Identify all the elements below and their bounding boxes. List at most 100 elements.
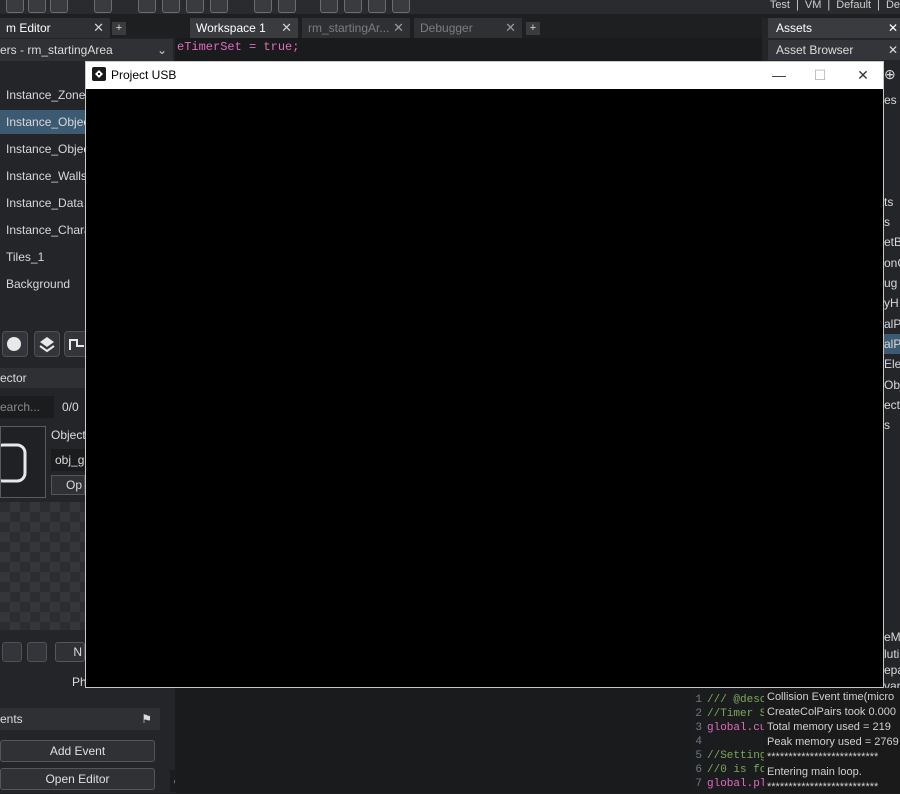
open-editor-button[interactable]: Open Editor <box>0 768 155 790</box>
layers-icon <box>39 337 55 353</box>
object-label: Object <box>51 428 86 442</box>
layer-label: Instance_Data <box>6 196 84 210</box>
room-dropdown[interactable]: ers - rm_startingArea ⌄ <box>0 39 173 61</box>
tab-label: Debugger <box>420 21 473 35</box>
object-field[interactable]: obj_gl <box>51 449 85 471</box>
layer-item[interactable]: Instance_Chara <box>0 218 85 242</box>
asset-item[interactable]: onC <box>884 253 900 273</box>
close-icon[interactable]: ✕ <box>888 18 898 38</box>
add-instance-layer-button[interactable] <box>2 331 28 357</box>
separator: | <box>827 0 831 11</box>
minimize-button[interactable]: — <box>764 62 794 89</box>
edit-image-icon[interactable] <box>2 642 22 662</box>
add-tab-icon[interactable]: + <box>526 22 540 35</box>
tab-assets[interactable]: Assets ✕ <box>768 18 900 38</box>
output-line: ************************** <box>767 751 879 763</box>
target-test[interactable]: Test <box>770 0 790 11</box>
game-options-icon[interactable] <box>392 0 410 13</box>
line-number: 3 <box>695 722 702 734</box>
asset-item[interactable]: s <box>884 415 900 435</box>
close-icon[interactable]: ✕ <box>505 18 516 38</box>
asset-item[interactable]: yH <box>884 293 900 313</box>
help-icon[interactable] <box>278 0 296 13</box>
add-asset-icon[interactable]: ⊕ <box>884 66 896 83</box>
tab-workspace-1[interactable]: Workspace 1 ✕ <box>190 18 298 38</box>
target-vm[interactable]: VM <box>805 0 822 11</box>
target-default[interactable]: Default <box>836 0 871 11</box>
clean-icon[interactable] <box>210 0 228 13</box>
tab-room[interactable]: rm_startingAr... ✕ <box>302 18 410 38</box>
separator: | <box>796 0 799 11</box>
asset-item[interactable]: etBo <box>884 232 900 252</box>
circle-icon <box>7 337 21 351</box>
layer-item[interactable]: Instance_Objec <box>0 110 85 134</box>
maximize-button[interactable]: ☐ <box>805 62 835 89</box>
code-snippet: eTimerSet = true; <box>177 40 300 54</box>
asset-item[interactable]: Obje <box>884 375 900 395</box>
search-input[interactable]: earch... <box>0 396 54 418</box>
add-event-button[interactable]: Add Event <box>0 740 155 762</box>
new-button[interactable]: N <box>55 642 85 662</box>
layer-item[interactable]: Background <box>0 272 85 296</box>
brush-icon[interactable] <box>27 642 47 662</box>
layer-item[interactable]: Instance_Objec <box>0 137 85 161</box>
target-selector[interactable]: Test | VM | Default | De <box>764 0 900 12</box>
game-canvas[interactable] <box>86 89 883 687</box>
zoom-reset-icon[interactable] <box>368 0 386 13</box>
add-tab-icon[interactable]: + <box>112 22 126 35</box>
asset-item[interactable]: s <box>884 212 900 232</box>
tab-debugger[interactable]: Debugger ✕ <box>414 18 522 38</box>
layer-item[interactable]: Tiles_1 <box>0 245 85 269</box>
asset-item[interactable]: Elen <box>884 354 900 374</box>
save-all-icon[interactable] <box>94 0 112 13</box>
close-icon[interactable]: ✕ <box>393 18 404 38</box>
zoom-in-icon[interactable] <box>320 0 338 13</box>
tab-label: Assets <box>776 21 813 35</box>
asset-item[interactable]: ects <box>884 395 900 415</box>
new-button-label: N <box>73 645 82 659</box>
asset-item[interactable]: es <box>884 90 900 110</box>
code-text: /// @desc <box>707 694 767 706</box>
game-window-titlebar[interactable]: Project USB — ☐ ✕ <box>86 62 883 89</box>
zoom-out-icon[interactable] <box>344 0 362 13</box>
flag-icon[interactable]: ⚑ <box>141 708 152 730</box>
target-device[interactable]: De <box>886 0 900 11</box>
gamemaker-icon <box>92 67 106 81</box>
close-button[interactable]: ✕ <box>848 62 878 89</box>
debug-icon[interactable] <box>138 0 156 13</box>
close-icon[interactable]: ✕ <box>93 18 104 38</box>
object-thumbnail <box>0 426 46 498</box>
asset-item[interactable]: ts <box>884 192 900 212</box>
object-value: obj_gl <box>55 453 85 467</box>
window-title: Project USB <box>111 68 177 82</box>
stop-icon[interactable] <box>186 0 204 13</box>
tab-room-editor[interactable]: m Editor ✕ <box>0 18 110 38</box>
layer-item[interactable]: Instance_Walls <box>0 164 85 188</box>
code-editor[interactable]: 1 /// @desc 2//Timer Se 3 global.cut 4 5 //… <box>692 688 773 793</box>
close-icon[interactable]: ✕ <box>281 18 292 38</box>
open-folder-icon[interactable] <box>28 0 46 13</box>
save-icon[interactable] <box>50 0 68 13</box>
code-line: 4 <box>692 735 707 749</box>
tab-label: rm_startingAr... <box>308 21 390 35</box>
run-icon[interactable] <box>162 0 180 13</box>
output-line: Entering main loop. <box>767 766 862 778</box>
open-object-button[interactable]: Op <box>51 475 85 495</box>
new-file-icon[interactable] <box>6 0 24 13</box>
instance-preview <box>0 502 85 630</box>
output-line: Peak memory used = 2769 <box>767 736 899 748</box>
settings-icon[interactable] <box>254 0 272 13</box>
layer-item[interactable]: Instance_Zones <box>0 83 85 107</box>
line-number: 2 <box>695 708 702 720</box>
asset-item[interactable]: alP <box>884 314 900 334</box>
close-icon[interactable]: ✕ <box>888 40 898 60</box>
line-number: 6 <box>695 764 702 776</box>
code-line: 2//Timer Se <box>692 707 773 721</box>
add-tile-layer-button[interactable] <box>34 331 60 357</box>
asset-item[interactable]: ug <box>884 273 900 293</box>
search-placeholder: earch... <box>0 400 41 414</box>
asset-item[interactable]: alP <box>884 334 900 354</box>
layer-item[interactable]: Instance_Data <box>0 191 85 215</box>
asset-browser-header: Asset Browser ✕ <box>768 40 900 60</box>
output-line: Total memory used = 219 <box>767 721 891 733</box>
